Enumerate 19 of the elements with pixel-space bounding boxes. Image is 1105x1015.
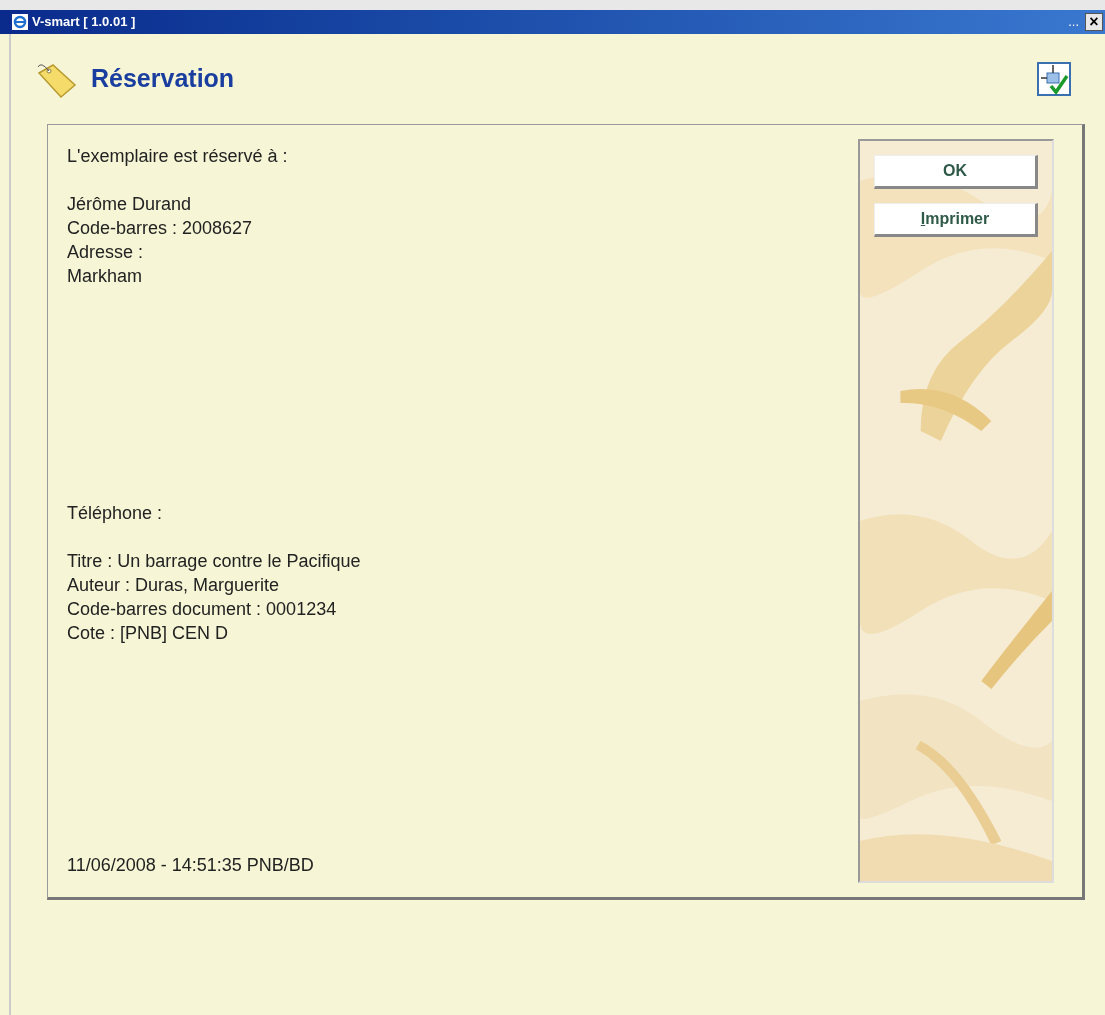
patron-detail: Markham — [67, 265, 143, 288]
more-button[interactable]: ... — [1068, 12, 1079, 32]
item-detail: Cote : [PNB] CEN D — [67, 622, 230, 645]
window-title: V-smart [ 1.0.01 ] — [32, 13, 136, 32]
patron-detail: Jérôme Durand — [67, 193, 193, 216]
item-detail: Titre : Un barrage contre le Pacifique — [67, 550, 362, 573]
close-button[interactable]: × — [1085, 13, 1103, 31]
layout-check-icon[interactable] — [1037, 62, 1071, 96]
reservation-intro: L'exemplaire est réservé à : — [67, 145, 289, 168]
patron-detail: Adresse : — [67, 241, 145, 264]
phone-label: Téléphone : — [67, 502, 164, 525]
action-button[interactable]: Imprimer — [874, 203, 1038, 237]
item-detail: Auteur : Duras, Marguerite — [67, 574, 281, 597]
patron-detail: Code-barres : 2008627 — [67, 217, 254, 240]
item-detail: Code-barres document : 0001234 — [67, 598, 338, 621]
timestamp: 11/06/2008 - 14:51:35 PNB/BD — [67, 854, 315, 877]
browser-icon — [12, 14, 28, 30]
page-title: Réservation — [91, 63, 235, 95]
action-button[interactable]: OK — [874, 155, 1038, 189]
